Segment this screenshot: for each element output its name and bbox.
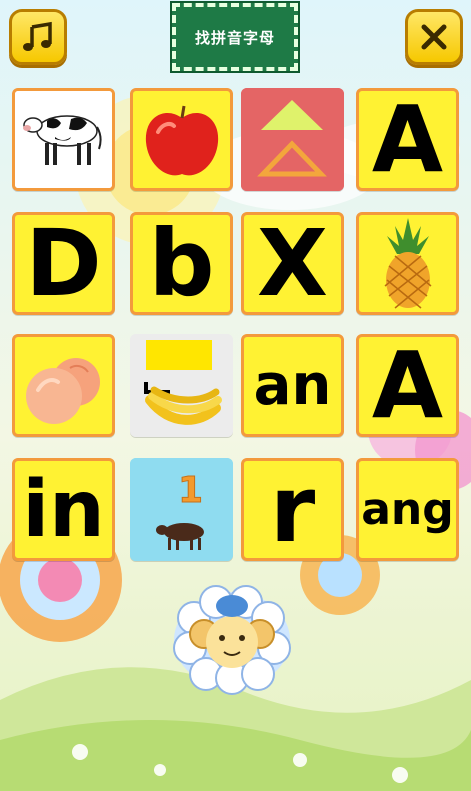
card-triangles[interactable] [241, 88, 344, 191]
card-letter[interactable]: in [12, 458, 115, 561]
card-number-cow[interactable]: 1 [130, 458, 233, 561]
peach-icon [25, 357, 100, 424]
pineapple-icon [384, 218, 431, 309]
number-one-cow-icon: 1 [130, 458, 233, 561]
close-icon [421, 24, 447, 50]
card-pineapple[interactable] [356, 212, 459, 315]
card-letter[interactable]: A [356, 88, 459, 191]
sheep-mascot-icon [173, 585, 291, 695]
title-board: 找拼音字母 [170, 1, 300, 73]
card-glyph: ang [361, 483, 454, 535]
card-number-text: 1 [178, 470, 203, 511]
card-glyph: b [148, 212, 215, 315]
card-letter[interactable]: r [241, 458, 344, 561]
card-glyph: an [253, 352, 332, 418]
card-glyph: D [25, 212, 102, 315]
card-letter[interactable]: b [130, 212, 233, 315]
triangles-icon [241, 88, 344, 191]
music-button[interactable] [9, 9, 67, 65]
card-peach[interactable] [12, 334, 115, 437]
page-title: 找拼音字母 [194, 28, 275, 47]
apple-icon [145, 105, 218, 175]
banana-icon [130, 334, 233, 437]
card-cow[interactable] [12, 88, 115, 191]
card-letter[interactable]: an [241, 334, 344, 437]
card-letter[interactable]: A [356, 334, 459, 437]
close-button[interactable] [405, 9, 463, 65]
card-letter[interactable]: ang [356, 458, 459, 561]
card-letter[interactable]: D [12, 212, 115, 315]
card-apple[interactable] [130, 88, 233, 191]
card-glyph: A [371, 88, 444, 191]
cow-icon [15, 91, 112, 188]
card-glyph: r [269, 458, 316, 561]
music-note-icon [23, 21, 52, 51]
card-glyph: X [257, 212, 328, 315]
card-letter[interactable]: X [241, 212, 344, 315]
card-glyph: in [22, 464, 105, 555]
card-glyph: A [371, 334, 444, 437]
card-banana[interactable] [130, 334, 233, 437]
